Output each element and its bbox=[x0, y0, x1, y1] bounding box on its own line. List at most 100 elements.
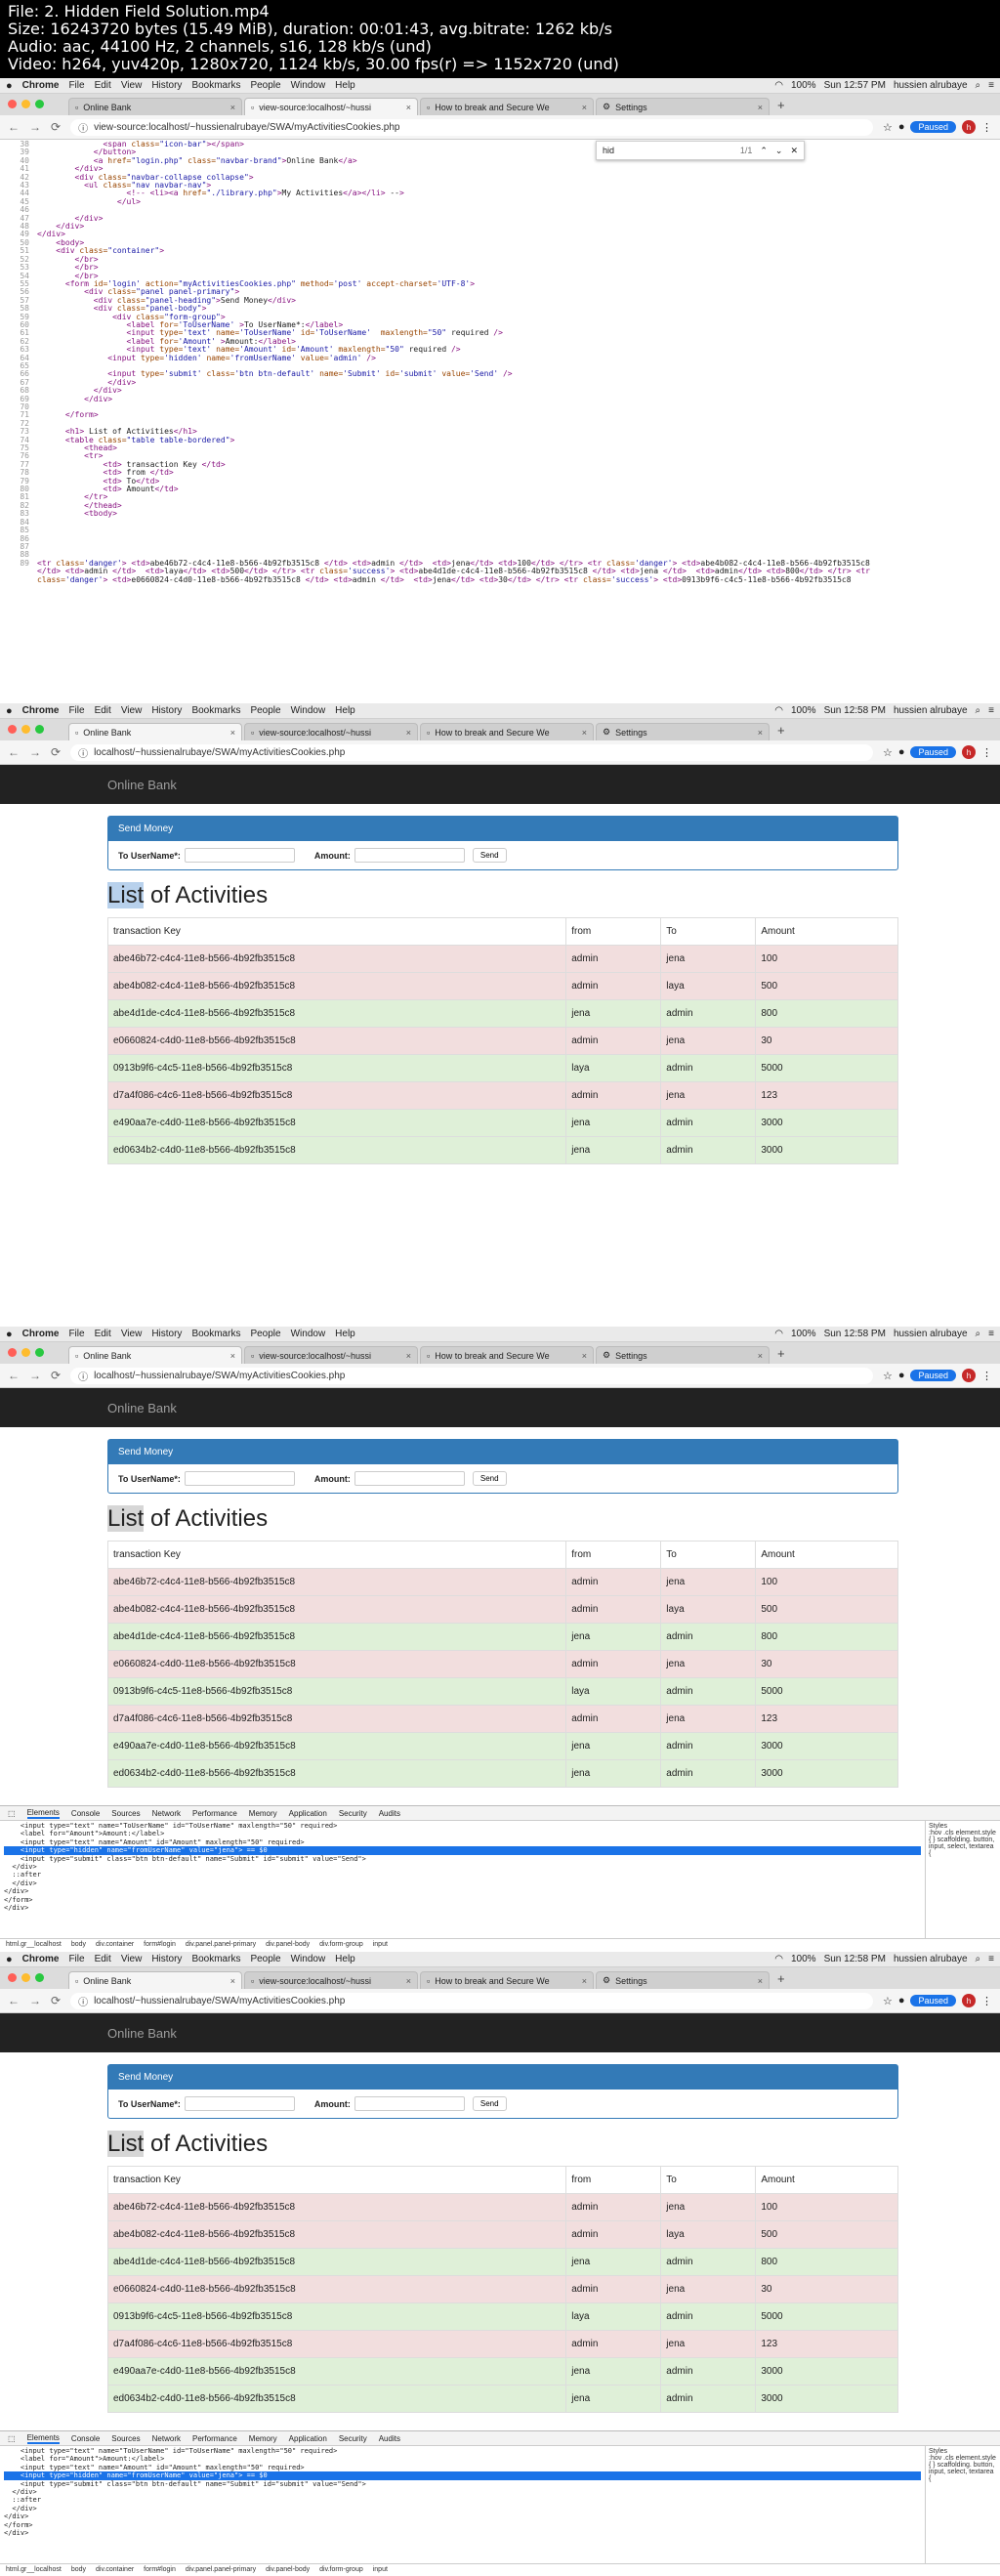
close-icon[interactable]: × bbox=[758, 728, 763, 738]
menu-item-chrome[interactable]: Chrome bbox=[22, 80, 60, 91]
devtools-tab-application[interactable]: Application bbox=[289, 1809, 327, 1818]
close-icon[interactable]: × bbox=[406, 728, 411, 738]
close-icon[interactable]: × bbox=[230, 728, 235, 738]
menu-item-people[interactable]: People bbox=[250, 705, 280, 716]
minimize-window-icon[interactable] bbox=[21, 1973, 30, 1982]
dom-node[interactable]: <input type="hidden" name="fromUserName"… bbox=[4, 1846, 921, 1855]
tab-0[interactable]: ▫ Online Bank × bbox=[68, 723, 242, 740]
menu-item-bookmarks[interactable]: Bookmarks bbox=[191, 80, 240, 91]
menu-item-help[interactable]: Help bbox=[335, 705, 355, 716]
minimize-window-icon[interactable] bbox=[21, 1348, 30, 1357]
breadcrumb-item[interactable]: div.panel.panel-primary bbox=[186, 2566, 256, 2573]
dom-tree[interactable]: <input type="text" name="ToUserName" id=… bbox=[0, 1821, 925, 1938]
tab-1[interactable]: ▫ view-source:localhost/~hussi × bbox=[244, 723, 418, 740]
devtools-tab-security[interactable]: Security bbox=[339, 2434, 367, 2443]
find-up-icon[interactable]: ⌃ bbox=[760, 146, 768, 156]
dom-node[interactable]: </form> bbox=[4, 1896, 921, 1904]
menu-list-icon[interactable]: ≡ bbox=[988, 1954, 994, 1964]
menu-item-history[interactable]: History bbox=[151, 1329, 182, 1339]
devtools-tab-performance[interactable]: Performance bbox=[192, 2434, 237, 2443]
menu-item-chrome[interactable]: Chrome bbox=[22, 1329, 60, 1339]
devtools-tab-performance[interactable]: Performance bbox=[192, 1809, 237, 1818]
zoom-window-icon[interactable] bbox=[35, 1348, 44, 1357]
search-icon[interactable]: ⌕ bbox=[976, 1329, 981, 1339]
navbar-brand[interactable]: Online Bank bbox=[107, 2026, 177, 2041]
breadcrumb-item[interactable]: div.form-group bbox=[319, 1941, 363, 1948]
to-username-input[interactable] bbox=[184, 848, 295, 863]
zoom-window-icon[interactable] bbox=[35, 725, 44, 734]
close-window-icon[interactable] bbox=[8, 1348, 17, 1357]
search-icon[interactable]: ⌕ bbox=[976, 705, 981, 716]
devtools-tab-network[interactable]: Network bbox=[152, 1809, 181, 1818]
tab-3[interactable]: ⚙ Settings × bbox=[596, 98, 770, 115]
dom-node[interactable]: </div> bbox=[4, 1879, 921, 1887]
devtools-tab-sources[interactable]: Sources bbox=[111, 1809, 140, 1818]
url-field[interactable]: ⓘ localhost/~hussienalrubaye/SWA/myActivi… bbox=[70, 1992, 873, 2009]
amount-input[interactable] bbox=[354, 848, 465, 863]
dom-node[interactable]: <input type="text" name="Amount" id="Amo… bbox=[4, 1838, 921, 1846]
close-icon[interactable]: × bbox=[230, 1976, 235, 1986]
menu-item-help[interactable]: Help bbox=[335, 1329, 355, 1339]
menu-item-window[interactable]: Window bbox=[291, 705, 326, 716]
dom-node[interactable]: <input type="text" name="ToUserName" id=… bbox=[4, 1822, 921, 1830]
close-window-icon[interactable] bbox=[8, 725, 17, 734]
forward-icon[interactable]: → bbox=[29, 1369, 41, 1382]
tab-2[interactable]: ▫ How to break and Secure We × bbox=[420, 1346, 594, 1364]
user-name[interactable]: hussien alrubaye bbox=[894, 1954, 968, 1964]
breadcrumb-item[interactable]: body bbox=[71, 2566, 86, 2573]
dom-node[interactable]: </div> bbox=[4, 1887, 921, 1895]
new-tab-icon[interactable]: + bbox=[777, 1971, 785, 1986]
forward-icon[interactable]: → bbox=[29, 745, 41, 759]
breadcrumb-item[interactable]: html.gr__localhost bbox=[6, 2566, 62, 2573]
tab-3[interactable]: ⚙ Settings × bbox=[596, 1971, 770, 1989]
menu-item-file[interactable]: File bbox=[68, 80, 84, 91]
apple-icon[interactable]: ● bbox=[6, 1954, 13, 1965]
tab-2[interactable]: ▫ How to break and Secure We × bbox=[420, 723, 594, 740]
star-icon[interactable]: ☆ bbox=[883, 1995, 893, 2007]
reload-icon[interactable]: ⟳ bbox=[51, 745, 61, 759]
menu-item-window[interactable]: Window bbox=[291, 1329, 326, 1339]
inspect-icon[interactable]: ⬚ bbox=[8, 2434, 16, 2443]
devtools-tab-memory[interactable]: Memory bbox=[249, 1809, 277, 1818]
reload-icon[interactable]: ⟳ bbox=[51, 120, 61, 134]
menu-item-view[interactable]: View bbox=[121, 80, 143, 91]
apple-icon[interactable]: ● bbox=[6, 705, 13, 717]
extension-icon[interactable]: ● bbox=[898, 1995, 905, 2006]
devtools-tab-console[interactable]: Console bbox=[71, 1809, 100, 1818]
zoom-window-icon[interactable] bbox=[35, 100, 44, 108]
dom-node[interactable]: </div> bbox=[4, 1863, 921, 1871]
close-window-icon[interactable] bbox=[8, 1973, 17, 1982]
menu-list-icon[interactable]: ≡ bbox=[988, 1329, 994, 1339]
url-field[interactable]: ⓘ view-source:localhost/~hussienalrubaye/… bbox=[70, 118, 873, 136]
clock[interactable]: Sun 12:58 PM bbox=[824, 705, 886, 716]
tab-0[interactable]: ▫ Online Bank × bbox=[68, 1971, 242, 1989]
send-button[interactable]: Send bbox=[472, 2096, 507, 2111]
menu-item-edit[interactable]: Edit bbox=[95, 1329, 111, 1339]
breadcrumb-item[interactable]: div.form-group bbox=[319, 2566, 363, 2573]
close-icon[interactable]: × bbox=[230, 103, 235, 112]
dom-node[interactable]: </form> bbox=[4, 2521, 921, 2529]
star-icon[interactable]: ☆ bbox=[883, 746, 893, 759]
close-icon[interactable]: × bbox=[582, 728, 587, 738]
user-name[interactable]: hussien alrubaye bbox=[894, 705, 968, 716]
tab-1[interactable]: ▫ view-source:localhost/~hussi × bbox=[244, 1346, 418, 1364]
breadcrumb-item[interactable]: input bbox=[373, 1941, 388, 1948]
menu-item-help[interactable]: Help bbox=[335, 80, 355, 91]
back-icon[interactable]: ← bbox=[8, 120, 20, 134]
inspect-icon[interactable]: ⬚ bbox=[8, 1809, 16, 1818]
zoom-window-icon[interactable] bbox=[35, 1973, 44, 1982]
menu-item-edit[interactable]: Edit bbox=[95, 705, 111, 716]
menu-item-bookmarks[interactable]: Bookmarks bbox=[191, 705, 240, 716]
new-tab-icon[interactable]: + bbox=[777, 1346, 785, 1361]
minimize-window-icon[interactable] bbox=[21, 725, 30, 734]
breadcrumb-item[interactable]: form#login bbox=[144, 2566, 176, 2573]
new-tab-icon[interactable]: + bbox=[777, 723, 785, 738]
breadcrumb-item[interactable]: div.panel.panel-primary bbox=[186, 1941, 256, 1948]
dom-node[interactable]: ::after bbox=[4, 1871, 921, 1879]
clock[interactable]: Sun 12:58 PM bbox=[824, 1329, 886, 1339]
user-name[interactable]: hussien alrubaye bbox=[894, 80, 968, 91]
menu-item-view[interactable]: View bbox=[121, 1954, 143, 1964]
menu-item-window[interactable]: Window bbox=[291, 1954, 326, 1964]
menu-item-edit[interactable]: Edit bbox=[95, 80, 111, 91]
menu-item-view[interactable]: View bbox=[121, 1329, 143, 1339]
